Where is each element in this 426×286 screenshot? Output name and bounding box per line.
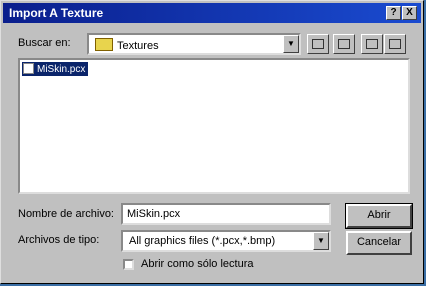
readonly-checkbox[interactable] — [123, 259, 134, 270]
title-bar: Import A Texture ? X — [3, 3, 421, 23]
folder-icon — [95, 38, 113, 51]
list-view-button[interactable] — [361, 34, 383, 54]
import-texture-dialog: Import A Texture ? X Buscar en: Textures… — [0, 0, 424, 284]
image-file-icon — [23, 63, 34, 74]
filename-value: MiSkin.pcx — [127, 208, 181, 220]
open-button[interactable]: Abrir — [345, 203, 413, 229]
lookin-label: Buscar en: — [18, 37, 71, 49]
readonly-label: Abrir como sólo lectura — [141, 258, 254, 270]
list-view-icon — [366, 39, 378, 49]
filename-label: Nombre de archivo: — [18, 208, 114, 220]
close-button[interactable]: X — [402, 6, 417, 20]
file-name: MiSkin.pcx — [37, 64, 86, 75]
filetype-combo[interactable]: All graphics files (*.pcx,*.bmp) ▼ — [121, 230, 331, 252]
lookin-value: Textures — [117, 40, 159, 52]
filename-input[interactable]: MiSkin.pcx — [121, 203, 331, 225]
filetype-label: Archivos de tipo: — [18, 234, 100, 246]
filetype-value: All graphics files (*.pcx,*.bmp) — [129, 235, 276, 247]
details-view-icon — [389, 39, 401, 49]
chevron-down-icon[interactable]: ▼ — [283, 35, 299, 53]
new-folder-icon — [338, 39, 350, 49]
up-folder-icon — [312, 39, 324, 49]
file-list[interactable]: MiSkin.pcx — [18, 58, 410, 194]
window-title: Import A Texture — [9, 6, 104, 20]
cancel-button[interactable]: Cancelar — [346, 231, 412, 255]
new-folder-button[interactable] — [333, 34, 355, 54]
chevron-down-icon[interactable]: ▼ — [313, 232, 329, 250]
help-button[interactable]: ? — [386, 6, 401, 20]
lookin-combo[interactable]: Textures ▼ — [87, 33, 301, 55]
up-folder-button[interactable] — [307, 34, 329, 54]
details-view-button[interactable] — [384, 34, 406, 54]
file-item[interactable]: MiSkin.pcx — [22, 62, 89, 76]
